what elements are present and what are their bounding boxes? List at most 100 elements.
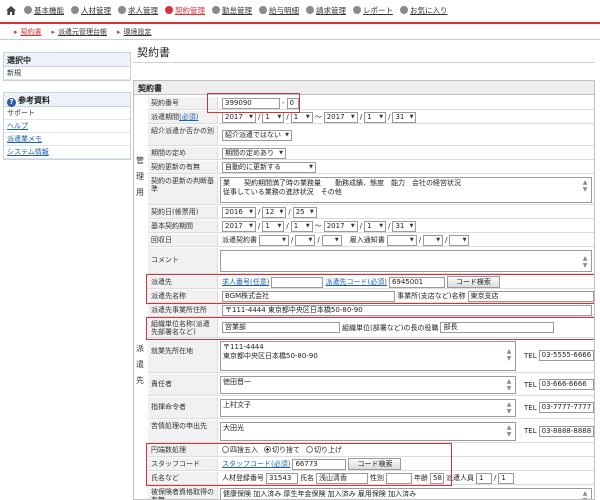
kihon-from-year[interactable]: 2017 ▼	[222, 220, 256, 232]
shugyo-textarea[interactable]: 〒111-4444 東京都中央区日本橋50-80-90 ▲ ▼	[220, 341, 516, 371]
title-divider	[133, 62, 595, 63]
count-b-input[interactable]: 1	[498, 472, 515, 484]
kikan-sadame-select[interactable]: 期間の定めあり ▼	[222, 147, 286, 159]
kihon-to-month[interactable]: 1 ▼	[364, 220, 387, 232]
shikimei-textarea[interactable]: 上村文子 ▲ ▼	[220, 399, 516, 417]
hoken-textarea[interactable]: 健康保険 加入済み 厚生年金保険 加入済み 雇用保険 加入済み▲▼	[220, 488, 592, 499]
contract-date-year[interactable]: 2016 ▼	[222, 206, 256, 218]
caret-down-icon: ▼	[350, 222, 355, 229]
nav-favorites[interactable]: お気に入り	[400, 5, 448, 16]
caret-down-icon: ▼	[285, 131, 289, 138]
subnav-daicho[interactable]: ▸ 派遣元管理台帳	[52, 27, 108, 37]
subnav-keiyakusho[interactable]: ▸ 契約書	[14, 27, 42, 37]
period-from-month[interactable]: 1 ▼	[262, 111, 285, 123]
nav-jinzai[interactable]: 人材管理	[71, 5, 111, 16]
kihon-to-day[interactable]: 31 ▼	[392, 220, 417, 232]
kaishu-haken-month[interactable]: ▼	[295, 234, 316, 246]
caret-down-icon: ▼	[279, 149, 283, 156]
subnav-settings[interactable]: ▸ 環境設定	[117, 27, 152, 37]
circle-arrow-icon	[71, 6, 79, 14]
sidebar-item-sysinfo[interactable]: システム情報	[4, 146, 130, 159]
kihon-from-day[interactable]: 1 ▼	[290, 220, 313, 232]
kihon-to-year[interactable]: 2017 ▼	[323, 220, 358, 232]
sidebar-item-support[interactable]: サポート	[4, 107, 130, 120]
row-contract-date: 契約日(帳票用) 2016 ▼/ 12 ▼/ 25 ▼	[148, 206, 594, 219]
caret-down-icon: ▼	[282, 236, 286, 243]
caret-down-icon: ▼	[249, 222, 253, 229]
kaishu-haken-day[interactable]: ▼	[321, 234, 342, 246]
shikimei-tel-input[interactable]: 03-7777-7777	[538, 402, 594, 413]
scroll-arrows-icon: ▲▼	[506, 424, 512, 438]
home-icon[interactable]	[6, 5, 16, 15]
koushin-handan-textarea[interactable]: 業 契約期間満了時の業務量 勤務成績、態度 能力 会社の経営状況 従事している業務…	[220, 177, 592, 203]
row-shugyo: 就業先所在地 〒111-4444 東京都中央区日本橋50-80-90 ▲ ▼ TEL …	[148, 339, 594, 373]
scroll-arrows-icon: ▲▼	[506, 378, 512, 392]
kihon-from-month[interactable]: 1 ▼	[262, 220, 285, 232]
sidebar-item-memo[interactable]: 派遣業メモ	[4, 133, 130, 146]
kaishu-haken-year[interactable]: ▼	[259, 234, 289, 246]
sekininsha-textarea[interactable]: 徳田晋一 ▲ ▼	[220, 376, 516, 394]
nav-kyujin[interactable]: 求人管理	[118, 5, 158, 16]
contract-date-month[interactable]: 12 ▼	[262, 206, 287, 218]
caret-down-icon: ▼	[436, 236, 441, 243]
koushin-select[interactable]: 自動的に更新する ▼	[222, 161, 316, 173]
caret-down-icon: ▼	[350, 113, 355, 120]
shugyo-tel-input[interactable]: 03-5555-6666	[538, 350, 594, 361]
group-label-haken: 派遣先	[136, 344, 144, 385]
caret-down-icon: ▼	[409, 236, 414, 243]
group-label-kanri: 管理用	[136, 156, 144, 197]
label-shokai: 紹介派遣か否かの別	[148, 125, 218, 145]
highlight-staff	[146, 443, 452, 486]
nav-seikyu[interactable]: 請求管理	[306, 5, 346, 16]
row-koushin-handan: 契約の更新の判断基準 業 契約期間満了時の業務量 勤務成績、態度 能力 会社の経…	[148, 175, 594, 205]
period-to-month[interactable]: 1 ▼	[364, 111, 387, 123]
label-kikan-sadame: 期間の定め	[148, 147, 218, 159]
scroll-arrows-icon: ▲▼	[506, 401, 512, 415]
kaishu-sekinin-year[interactable]: ▼	[386, 234, 417, 246]
kaishu-sekinin-month[interactable]: ▼	[423, 234, 444, 246]
sidebar-item-new[interactable]: 新規	[4, 67, 130, 80]
tel-label: TEL	[524, 380, 537, 389]
sekininsha-tel-input[interactable]: 03-666-6666	[538, 379, 594, 390]
triangle-right-icon: ▸	[14, 28, 18, 36]
nav-kintai[interactable]: 勤怠管理	[212, 5, 252, 16]
period-from-day[interactable]: 1 ▼	[290, 111, 313, 123]
label-koushin-handan: 契約の更新の判断基準	[148, 175, 218, 204]
nav-kihon[interactable]: 基本機能	[24, 5, 64, 16]
kaishu-sekinin-day[interactable]: ▼	[449, 234, 470, 246]
nav-keiyaku[interactable]: 契約管理	[165, 5, 205, 16]
caret-down-icon: ▼	[277, 113, 282, 120]
row-kikan-sadame: 期間の定め 期間の定めあり ▼	[148, 147, 594, 160]
highlight-contract-no	[207, 93, 300, 113]
tilde: 〜	[314, 113, 322, 121]
kaishu-haken-label: 派遣契約書	[222, 236, 257, 244]
nav-kyuyo[interactable]: 給与明細	[259, 5, 299, 16]
period-to-day[interactable]: 31 ▼	[392, 111, 417, 123]
circle-arrow-icon	[353, 6, 361, 14]
sub-nav: ▸ 契約書 ▸ 派遣元管理台帳 ▸ 環境設定	[14, 27, 152, 37]
period-from-year[interactable]: 2017 ▼	[222, 111, 256, 123]
sidebar-selected: 選択中 新規	[3, 52, 131, 81]
label-shikimei: 指揮命令者	[148, 397, 218, 418]
caret-down-icon: ▼	[308, 236, 313, 243]
label-shugyo: 就業先所在地	[148, 339, 218, 372]
kaishu-sekinin-label: 雇入通知書	[349, 236, 385, 244]
caret-down-icon: ▼	[409, 113, 414, 120]
caret-down-icon: ▼	[309, 163, 313, 170]
hakensaki-addr-input[interactable]: 〒111-4444 東京都中央区日本橋50-80-90	[222, 304, 592, 316]
kujo-textarea[interactable]: 大田光 ▲ ▼	[220, 422, 516, 441]
kujo-tel-input[interactable]: 03-8888-8888	[538, 425, 594, 437]
comment-textarea[interactable]: ▲ ▼	[220, 250, 592, 272]
scroll-arrows-icon: ▲▼	[582, 179, 588, 193]
shokai-select[interactable]: 紹介派遣ではない ▼	[222, 129, 292, 141]
section-title: 契約書	[134, 81, 594, 95]
label-kaishu: 回収日	[148, 234, 218, 246]
count-sep: /	[494, 474, 497, 482]
count-a-input[interactable]: 1	[476, 472, 492, 484]
row-shokai: 紹介派遣か否かの別 紹介派遣ではない ▼	[148, 125, 594, 146]
nav-report[interactable]: レポート	[353, 5, 393, 16]
circle-arrow-icon	[306, 6, 314, 14]
sidebar-item-help[interactable]: ヘルプ	[4, 120, 130, 133]
period-to-year[interactable]: 2017 ▼	[323, 111, 358, 123]
contract-date-day[interactable]: 25 ▼	[292, 206, 317, 218]
